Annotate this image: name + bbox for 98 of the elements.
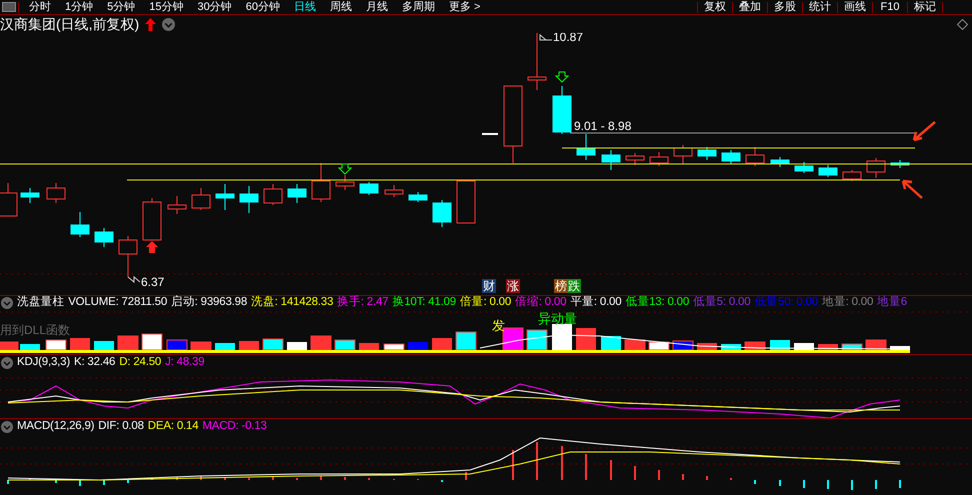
low-price-label: 6.37 xyxy=(141,275,164,289)
candlestick xyxy=(576,134,596,160)
period-tab[interactable]: 30分钟 xyxy=(198,2,232,12)
range-label: 9.01 - 8.98 xyxy=(574,119,632,133)
candlestick xyxy=(432,200,452,228)
indicator-reading: 低量5: 0.00 xyxy=(693,297,750,309)
down-arrow-icon xyxy=(338,164,352,175)
up-arrow-icon xyxy=(146,241,158,253)
indicator-name: 洗盘量柱 xyxy=(17,297,64,309)
candlestick xyxy=(842,170,862,182)
candlestick xyxy=(216,184,234,210)
event-badge[interactable]: 涨 xyxy=(506,279,520,293)
indicator-reading: 倍缩: 0.00 xyxy=(515,297,566,309)
candlestick xyxy=(288,184,306,204)
candlestick xyxy=(20,188,40,204)
period-tab[interactable]: 5分钟 xyxy=(107,2,136,12)
candlestick xyxy=(94,228,114,248)
dropdown-icon[interactable] xyxy=(162,18,176,30)
event-badge[interactable]: 跌 xyxy=(567,279,581,293)
high-marker-icon xyxy=(540,34,552,40)
indicator-name: MACD(12,26,9) xyxy=(17,420,94,432)
candlestick xyxy=(698,146,716,160)
candlestick xyxy=(312,162,330,202)
candlestick xyxy=(818,164,838,178)
candlestick xyxy=(336,174,354,190)
price-dash xyxy=(482,133,498,135)
indicator-reading: 启动: 93963.98 xyxy=(171,297,248,309)
down-arrow-icon xyxy=(554,72,570,83)
toolbar-button[interactable]: 叠加 xyxy=(732,2,767,12)
event-badge[interactable]: 榜 xyxy=(554,279,568,293)
indicator-reading: DIF: 0.08 xyxy=(98,420,144,432)
candlestick xyxy=(794,162,814,174)
indicator-reading: 低量50: 0.00 xyxy=(754,297,818,309)
toolbar-button[interactable]: 复权 xyxy=(697,2,732,12)
candlestick xyxy=(650,152,668,166)
indicator-reading: 地量: 0.00 xyxy=(822,297,874,309)
candlestick xyxy=(456,180,476,224)
collapse-icon[interactable] xyxy=(1,420,13,432)
candlestick xyxy=(192,188,210,210)
indicator-name: KDJ(9,3,3) xyxy=(17,356,70,368)
candlestick xyxy=(118,236,138,278)
period-tab[interactable]: 周线 xyxy=(330,2,352,12)
period-tab[interactable]: 15分钟 xyxy=(149,2,184,12)
indicator-reading: MACD: -0.13 xyxy=(202,420,267,432)
candlestick xyxy=(168,196,186,214)
candlestick xyxy=(674,144,692,164)
spike-label: 异动量 xyxy=(538,311,577,326)
candlestick xyxy=(360,182,378,196)
candlestick xyxy=(264,184,282,206)
candlestick xyxy=(722,150,740,164)
event-badge[interactable]: 财 xyxy=(482,279,496,293)
candlestick xyxy=(408,192,428,202)
toolbar-button[interactable]: 多股 xyxy=(767,2,802,12)
period-tab[interactable]: 更多 > xyxy=(449,2,480,12)
period-tab[interactable]: 多周期 xyxy=(402,2,435,12)
indicator-reading: 平量: 0.00 xyxy=(570,297,622,309)
candlestick xyxy=(528,33,546,90)
toolbar-button[interactable]: F10 xyxy=(872,2,907,12)
period-tab[interactable]: 60分钟 xyxy=(246,2,280,12)
indicator-reading: 洗盘: 141428.33 xyxy=(251,297,334,309)
indicator-reading: K: 32.46 xyxy=(74,356,116,368)
signal-label: 发 xyxy=(492,318,505,333)
indicator-reading: 换手: 2.47 xyxy=(337,297,388,309)
candlestick xyxy=(46,182,66,204)
candlestick xyxy=(552,86,572,134)
diamond-icon[interactable] xyxy=(957,18,968,30)
candlestick xyxy=(746,146,764,166)
period-tab[interactable]: 日线 xyxy=(294,2,316,12)
toolbar-button[interactable]: 画线 xyxy=(837,2,872,12)
indicator-reading: DEA: 0.14 xyxy=(148,420,198,432)
up-arrow-icon xyxy=(145,18,156,30)
candlestick xyxy=(384,184,404,198)
indicator-reading: 倍量: 0.00 xyxy=(460,297,512,309)
period-tab[interactable]: 1分钟 xyxy=(65,2,94,12)
low-marker-icon xyxy=(128,276,140,284)
candlestick xyxy=(602,150,620,170)
candlestick xyxy=(866,158,886,178)
period-tab[interactable]: 分时 xyxy=(29,2,51,12)
app-icon[interactable] xyxy=(2,2,16,12)
arrow-icon xyxy=(902,180,924,200)
indicator-reading: D: 24.50 xyxy=(119,356,162,368)
indicator-reading: J: 48.39 xyxy=(165,356,204,368)
toolbar-button[interactable]: 统计 xyxy=(802,2,837,12)
indicator-reading: 低量13: 0.00 xyxy=(625,297,690,309)
dll-note: 用到DLL函数 xyxy=(0,323,70,337)
indicator-reading: 地量6 xyxy=(877,297,907,309)
indicator-reading: VOLUME: 72811.50 xyxy=(68,297,168,309)
stock-title: 汉商集团(日线,前复权) xyxy=(0,17,140,31)
collapse-icon[interactable] xyxy=(1,356,13,368)
toolbar-button[interactable]: 标记 xyxy=(907,2,942,12)
candlestick xyxy=(70,212,90,238)
period-tab[interactable]: 月线 xyxy=(366,2,388,12)
arrow-icon xyxy=(912,120,936,142)
indicator-reading: 换10T: 41.09 xyxy=(392,297,456,309)
candlestick xyxy=(626,152,644,166)
candlestick xyxy=(142,198,162,240)
collapse-icon[interactable] xyxy=(1,297,13,309)
candlestick xyxy=(240,186,258,214)
